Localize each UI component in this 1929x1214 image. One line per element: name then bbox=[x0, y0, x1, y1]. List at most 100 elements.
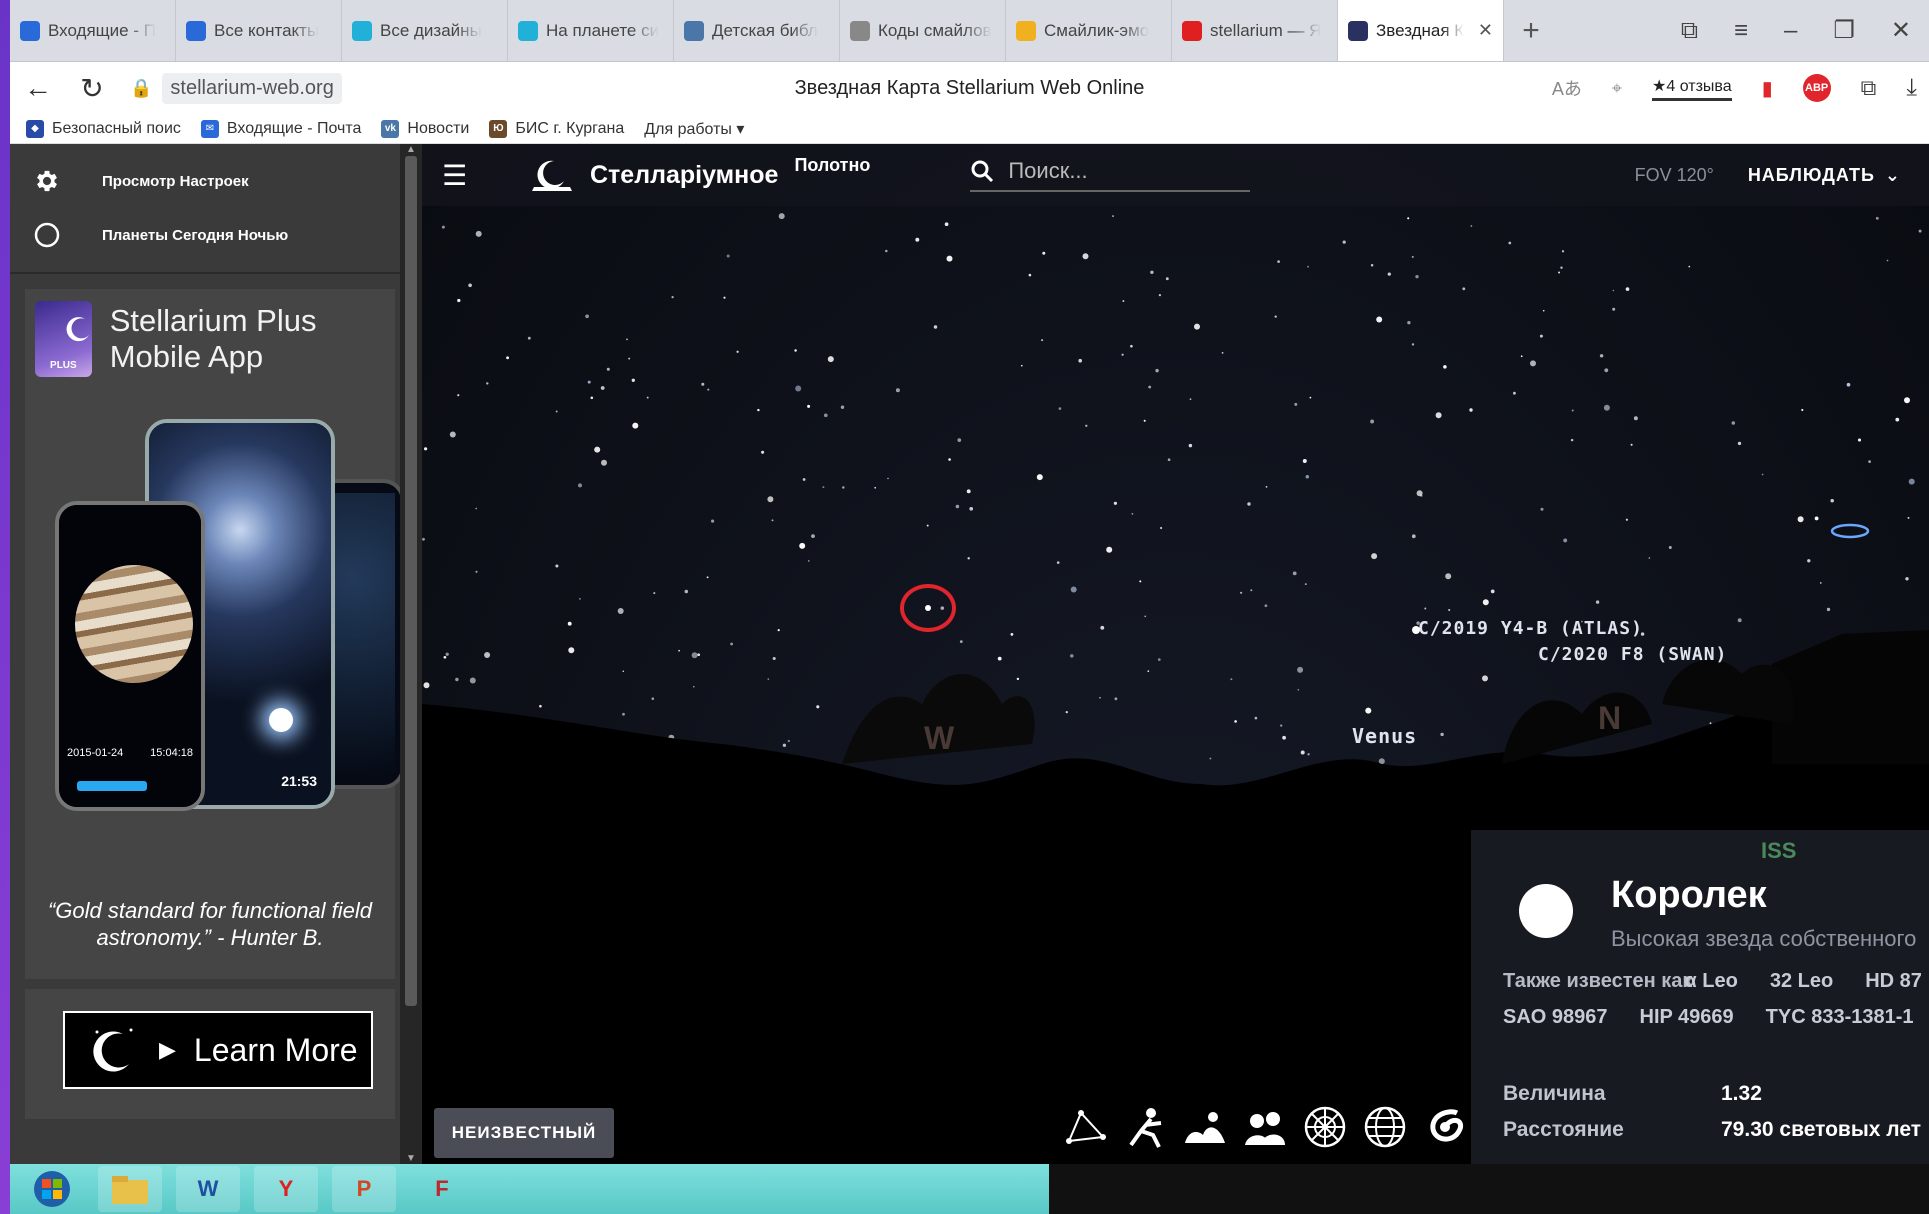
reviews-link[interactable]: ★4 отзыва bbox=[1652, 76, 1732, 101]
scroll-up-icon[interactable]: ▲ bbox=[406, 144, 416, 155]
menu-view-settings[interactable]: Просмотр Настроек bbox=[10, 154, 400, 208]
vk-icon: vk bbox=[381, 119, 400, 138]
download-icon[interactable]: ⤓ bbox=[1906, 74, 1917, 102]
comet-label-swan[interactable]: C/2020 F8 (SWAN) bbox=[1538, 644, 1727, 665]
selected-object-marker[interactable] bbox=[900, 584, 956, 632]
learn-more-button[interactable]: ▶ Learn More bbox=[63, 1011, 373, 1089]
location-icon[interactable]: ⌖ bbox=[1612, 78, 1622, 99]
left-sidebar: Просмотр Настроек Планеты Сегодня Ночью … bbox=[10, 144, 405, 1164]
yandex-browser-icon[interactable]: Y bbox=[254, 1166, 318, 1212]
mail-icon: ✉ bbox=[200, 119, 219, 138]
browser-tab[interactable]: Все контакты bbox=[176, 0, 342, 61]
library-icon: Ю bbox=[489, 119, 508, 138]
tab-search-icon[interactable]: ⧉ bbox=[1681, 17, 1698, 45]
tab-label: Детская библ bbox=[712, 20, 818, 40]
hamburger-menu-icon[interactable]: ☰ bbox=[442, 159, 482, 192]
mail-icon bbox=[186, 20, 206, 41]
menu-planets-tonight[interactable]: Планеты Сегодня Ночью bbox=[10, 208, 400, 262]
jupiter-image bbox=[75, 565, 193, 683]
search-box[interactable] bbox=[970, 158, 1251, 192]
browser-tab[interactable]: Смайлик-эмо bbox=[1006, 0, 1172, 61]
west-marker: W bbox=[924, 720, 955, 756]
tab-label: stellarium — Я bbox=[1210, 20, 1322, 40]
browser-tab[interactable]: Детская библ bbox=[674, 0, 840, 61]
venus-label[interactable]: Venus bbox=[1352, 724, 1417, 748]
tab-label: Звездная К bbox=[1376, 20, 1465, 40]
lock-icon: 🔒 bbox=[130, 77, 153, 98]
minimize-icon[interactable]: – bbox=[1784, 17, 1797, 45]
aka-row-1: Также известен как α Leo 32 Leo HD 87 bbox=[1503, 970, 1922, 992]
browser-tab[interactable]: stellarium — Я bbox=[1172, 0, 1338, 61]
distance-row: Расстояние 79.30 световых лет bbox=[1503, 1118, 1922, 1141]
azimuthal-grid-icon[interactable] bbox=[1302, 1104, 1348, 1150]
object-info-panel: ISS Королек Высокая звезда собственного … bbox=[1471, 830, 1929, 1164]
tab-label: Входящие - П bbox=[48, 20, 156, 40]
extension-icon[interactable]: ⧉ bbox=[1861, 75, 1877, 101]
bookmark-safe-search[interactable]: ◆ Безопасный поис bbox=[26, 119, 181, 138]
os-taskbar: W Y P F bbox=[10, 1164, 1049, 1214]
word-icon[interactable]: W bbox=[176, 1166, 240, 1212]
bookmark-icon[interactable]: ▮ bbox=[1762, 76, 1773, 101]
phone-clock-text: 21:53 bbox=[281, 773, 317, 789]
phone-time-text: 15:04:18 bbox=[150, 747, 193, 759]
explorer-icon[interactable] bbox=[98, 1166, 162, 1212]
browser-tab[interactable]: Все дизайны bbox=[342, 0, 508, 61]
bookmarks-bar: ◆ Безопасный поис ✉ Входящие - Почта vk … bbox=[10, 114, 1929, 144]
back-button[interactable]: ← bbox=[22, 72, 54, 104]
start-icon[interactable] bbox=[20, 1166, 84, 1212]
moon-icon bbox=[93, 1028, 133, 1072]
bookmark-inbox[interactable]: ✉ Входящие - Почта bbox=[200, 119, 361, 138]
sidebar-scrollbar[interactable]: ▲ ▼ bbox=[400, 144, 422, 1164]
aka-row-2: SAO 98967 HIP 49669 TYC 833-1381-1 bbox=[1503, 1006, 1914, 1028]
translate-icon[interactable]: Aあ bbox=[1552, 75, 1582, 101]
constellation-lines-icon[interactable] bbox=[1062, 1104, 1108, 1150]
scroll-thumb[interactable] bbox=[405, 156, 417, 1006]
url-box[interactable]: 🔒 stellarium-web.org bbox=[130, 72, 342, 104]
search-input[interactable] bbox=[1008, 158, 1249, 184]
browser-tab[interactable]: Входящие - П bbox=[10, 0, 176, 61]
stellarium-icon bbox=[1348, 20, 1368, 41]
star-symbol-icon bbox=[1519, 884, 1573, 938]
restore-icon[interactable]: ❐ bbox=[1833, 16, 1855, 45]
landscape-icon[interactable] bbox=[1182, 1104, 1228, 1150]
ad-title: Stellarium Plus Mobile App bbox=[109, 303, 317, 374]
browser-tab[interactable]: Звездная К ✕ bbox=[1338, 0, 1504, 61]
scroll-down-icon[interactable]: ▼ bbox=[406, 1153, 416, 1164]
adblock-icon[interactable]: ABP bbox=[1802, 74, 1831, 102]
sky-view[interactable]: ☰ СтелларiумноеПолотно FOV 120° НАБЛЮДАТ… bbox=[422, 144, 1929, 1164]
app-brand[interactable]: Стелларiумное Полотно bbox=[530, 155, 870, 195]
new-tab-button[interactable]: + bbox=[1504, 0, 1558, 61]
page-icon bbox=[850, 20, 870, 41]
comet-dot[interactable] bbox=[1412, 626, 1420, 634]
menu-icon[interactable]: ≡ bbox=[1734, 17, 1748, 45]
window-controls: ⧉ ≡ – ❐ ✕ bbox=[1681, 0, 1929, 61]
equatorial-grid-icon[interactable] bbox=[1362, 1104, 1408, 1150]
satellite-orbit-marker[interactable] bbox=[1830, 520, 1870, 542]
object-name: Королек bbox=[1611, 874, 1767, 916]
bookmark-folder-work[interactable]: Для работы ▾ bbox=[644, 119, 744, 139]
browser-tab[interactable]: Коды смайлов bbox=[840, 0, 1006, 61]
paint-icon[interactable]: F bbox=[410, 1166, 474, 1212]
object-type: Высокая звезда собственного bbox=[1611, 926, 1917, 951]
close-window-icon[interactable]: ✕ bbox=[1891, 16, 1911, 45]
observe-dropdown[interactable]: НАБЛЮДАТЬ ⌄ bbox=[1748, 165, 1901, 186]
url-text[interactable]: stellarium-web.org bbox=[162, 72, 342, 104]
constellation-art-icon[interactable] bbox=[1122, 1104, 1168, 1150]
iss-label[interactable]: ISS bbox=[1761, 838, 1796, 864]
unknown-location-button[interactable]: НЕИЗВЕСТНЫЙ bbox=[434, 1108, 614, 1158]
bookmark-library[interactable]: Ю БИС г. Кургана bbox=[489, 119, 624, 138]
reload-button[interactable]: ↻ bbox=[76, 72, 108, 105]
fov-indicator: FOV 120° bbox=[1634, 164, 1714, 185]
browser-tab[interactable]: На планете си bbox=[508, 0, 674, 61]
play-icon: ▶ bbox=[159, 1037, 176, 1062]
atmosphere-icon[interactable] bbox=[1242, 1104, 1288, 1150]
bookmark-news[interactable]: vk Новости bbox=[381, 119, 469, 138]
tab-label: Коды смайлов bbox=[878, 20, 992, 40]
tab-label: Все контакты bbox=[214, 20, 320, 40]
dso-galaxy-icon[interactable] bbox=[1422, 1104, 1468, 1150]
stellarium-plus-ad[interactable]: PLUS Stellarium Plus Mobile App 21:53 20… bbox=[25, 289, 405, 979]
comet-label-atlas[interactable]: C/2019 Y4-B (ATLAS) bbox=[1418, 618, 1643, 639]
close-tab-icon[interactable]: ✕ bbox=[1478, 20, 1493, 41]
search-icon bbox=[971, 160, 994, 183]
powerpoint-icon[interactable]: P bbox=[332, 1166, 396, 1212]
